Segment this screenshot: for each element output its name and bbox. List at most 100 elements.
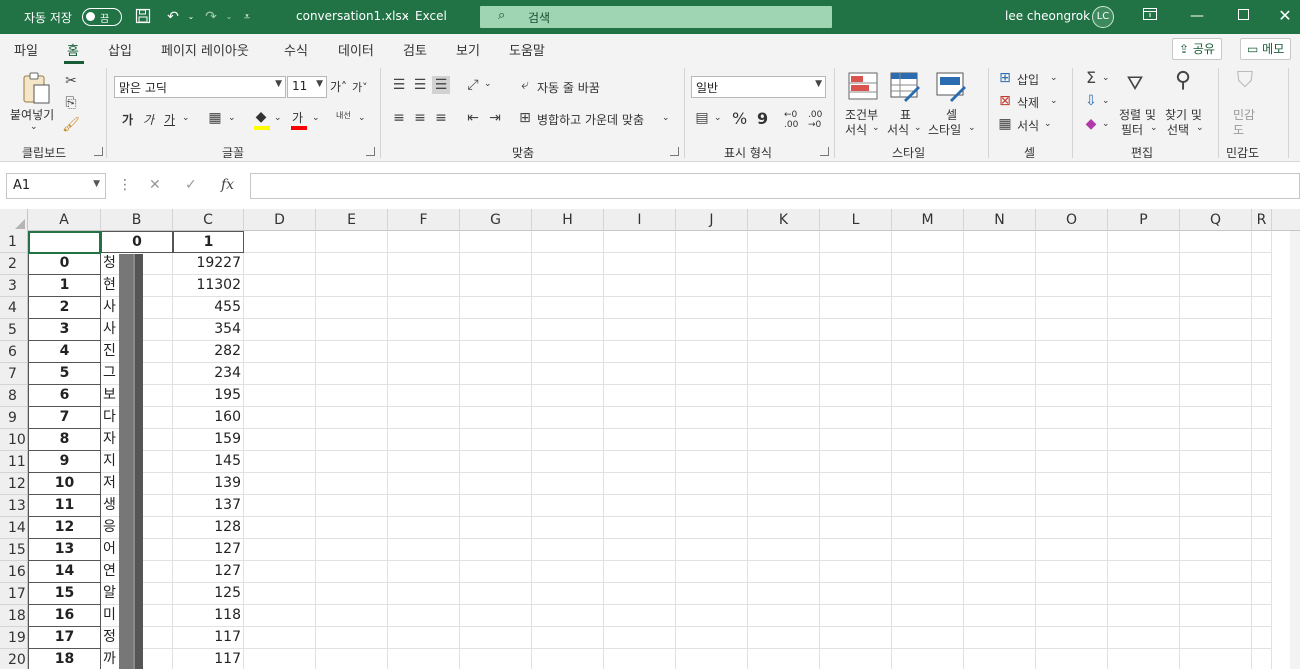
cell[interactable]: 3 [28, 319, 101, 341]
undo-dropdown-icon[interactable]: ⌄ [182, 8, 200, 26]
cell[interactable] [532, 539, 604, 561]
cell[interactable] [244, 561, 316, 583]
cell[interactable] [460, 319, 532, 341]
cell[interactable] [892, 561, 964, 583]
cell[interactable] [604, 231, 676, 253]
cell[interactable] [748, 385, 820, 407]
cell[interactable] [1252, 363, 1272, 385]
cell[interactable]: 234 [173, 363, 244, 385]
row-header[interactable]: 9 [0, 407, 28, 429]
paste-dropdown-icon[interactable]: ⌄ [30, 122, 38, 132]
row-header[interactable]: 5 [0, 319, 28, 341]
cell[interactable] [316, 473, 388, 495]
increase-decimal-icon[interactable]: ←0.00 [784, 110, 798, 130]
border-icon[interactable]: ▦ [206, 109, 224, 127]
align-top-icon[interactable]: ☰ [390, 76, 408, 94]
column-header[interactable]: B [101, 209, 173, 231]
row-header[interactable]: 18 [0, 605, 28, 627]
cell[interactable]: 1 [173, 231, 244, 253]
cell[interactable] [1108, 429, 1180, 451]
cell[interactable]: 10 [28, 473, 101, 495]
cell-styles-icon[interactable] [936, 72, 968, 104]
close-icon[interactable]: ✕ [1275, 6, 1295, 26]
cell[interactable] [676, 495, 748, 517]
row-header[interactable]: 4 [0, 297, 28, 319]
cell[interactable] [1180, 627, 1252, 649]
find-select-label-2[interactable]: 선택 [1167, 121, 1189, 138]
cell[interactable] [1180, 583, 1252, 605]
cell[interactable] [460, 627, 532, 649]
cell[interactable] [676, 473, 748, 495]
cell[interactable] [604, 407, 676, 429]
cell[interactable] [676, 517, 748, 539]
cell[interactable]: 137 [173, 495, 244, 517]
cell[interactable] [820, 473, 892, 495]
cell[interactable] [244, 407, 316, 429]
conditional-formatting-label-2[interactable]: 서식 [845, 121, 867, 138]
cell[interactable] [748, 341, 820, 363]
cell[interactable] [820, 539, 892, 561]
cell[interactable] [676, 319, 748, 341]
cell[interactable] [676, 561, 748, 583]
cell[interactable]: 0 [101, 231, 173, 253]
cancel-icon[interactable]: ✕ [149, 177, 161, 193]
accounting-format-icon[interactable]: ▤ [693, 109, 711, 127]
tab-home[interactable]: 홈 [67, 40, 79, 59]
clear-icon[interactable]: ◆ [1082, 115, 1100, 133]
cell[interactable] [748, 539, 820, 561]
wrap-text-icon[interactable]: ⤶ [516, 76, 534, 94]
cell[interactable] [964, 583, 1036, 605]
fill-color-dropdown-icon[interactable]: ⌄ [274, 113, 282, 123]
cell[interactable] [1108, 649, 1180, 669]
cell[interactable] [748, 363, 820, 385]
cell[interactable] [532, 649, 604, 669]
cell[interactable] [316, 319, 388, 341]
cell[interactable] [460, 385, 532, 407]
cell[interactable] [892, 539, 964, 561]
cell[interactable] [676, 627, 748, 649]
fill-color-icon[interactable]: ◆ [252, 108, 270, 126]
cell[interactable] [532, 451, 604, 473]
cell[interactable] [1180, 561, 1252, 583]
column-header[interactable]: I [604, 209, 676, 231]
decrease-decimal-icon[interactable]: .00 →0 [808, 110, 822, 130]
insert-dropdown-icon[interactable]: ⌄ [1050, 73, 1058, 83]
format-cells-button[interactable]: 서식 [1017, 117, 1039, 134]
cell[interactable] [1108, 385, 1180, 407]
cell[interactable] [244, 627, 316, 649]
cell[interactable]: 127 [173, 561, 244, 583]
cell[interactable]: 282 [173, 341, 244, 363]
font-name-combo[interactable]: 맑은 고딕 ▼ [114, 76, 286, 98]
cell[interactable] [1180, 407, 1252, 429]
cell[interactable] [532, 583, 604, 605]
cell[interactable] [1180, 363, 1252, 385]
cell[interactable] [244, 297, 316, 319]
sensitivity-label-2[interactable]: 도 [1233, 121, 1244, 138]
fill-icon[interactable]: ⇩ [1082, 92, 1100, 110]
cell[interactable]: 19227 [173, 253, 244, 275]
comments-button[interactable]: ▭ 메모 [1240, 38, 1292, 60]
paste-label[interactable]: 붙여넣기 [10, 106, 54, 123]
cell[interactable] [604, 385, 676, 407]
cell[interactable] [532, 319, 604, 341]
cell[interactable] [1036, 605, 1108, 627]
cell[interactable]: 18 [28, 649, 101, 669]
cell[interactable] [1036, 275, 1108, 297]
cell[interactable] [604, 605, 676, 627]
row-header[interactable]: 20 [0, 649, 28, 669]
cell[interactable] [388, 561, 460, 583]
cell[interactable] [1108, 319, 1180, 341]
column-header[interactable]: N [964, 209, 1036, 231]
cell[interactable] [460, 451, 532, 473]
cell[interactable] [604, 561, 676, 583]
cell[interactable] [1036, 363, 1108, 385]
cell[interactable] [1036, 385, 1108, 407]
cell[interactable] [244, 605, 316, 627]
cell[interactable] [676, 605, 748, 627]
cell[interactable] [1036, 451, 1108, 473]
cell[interactable] [604, 363, 676, 385]
comma-button[interactable]: 9 [757, 109, 768, 128]
cell[interactable] [820, 297, 892, 319]
cell[interactable] [604, 473, 676, 495]
cell[interactable] [316, 627, 388, 649]
